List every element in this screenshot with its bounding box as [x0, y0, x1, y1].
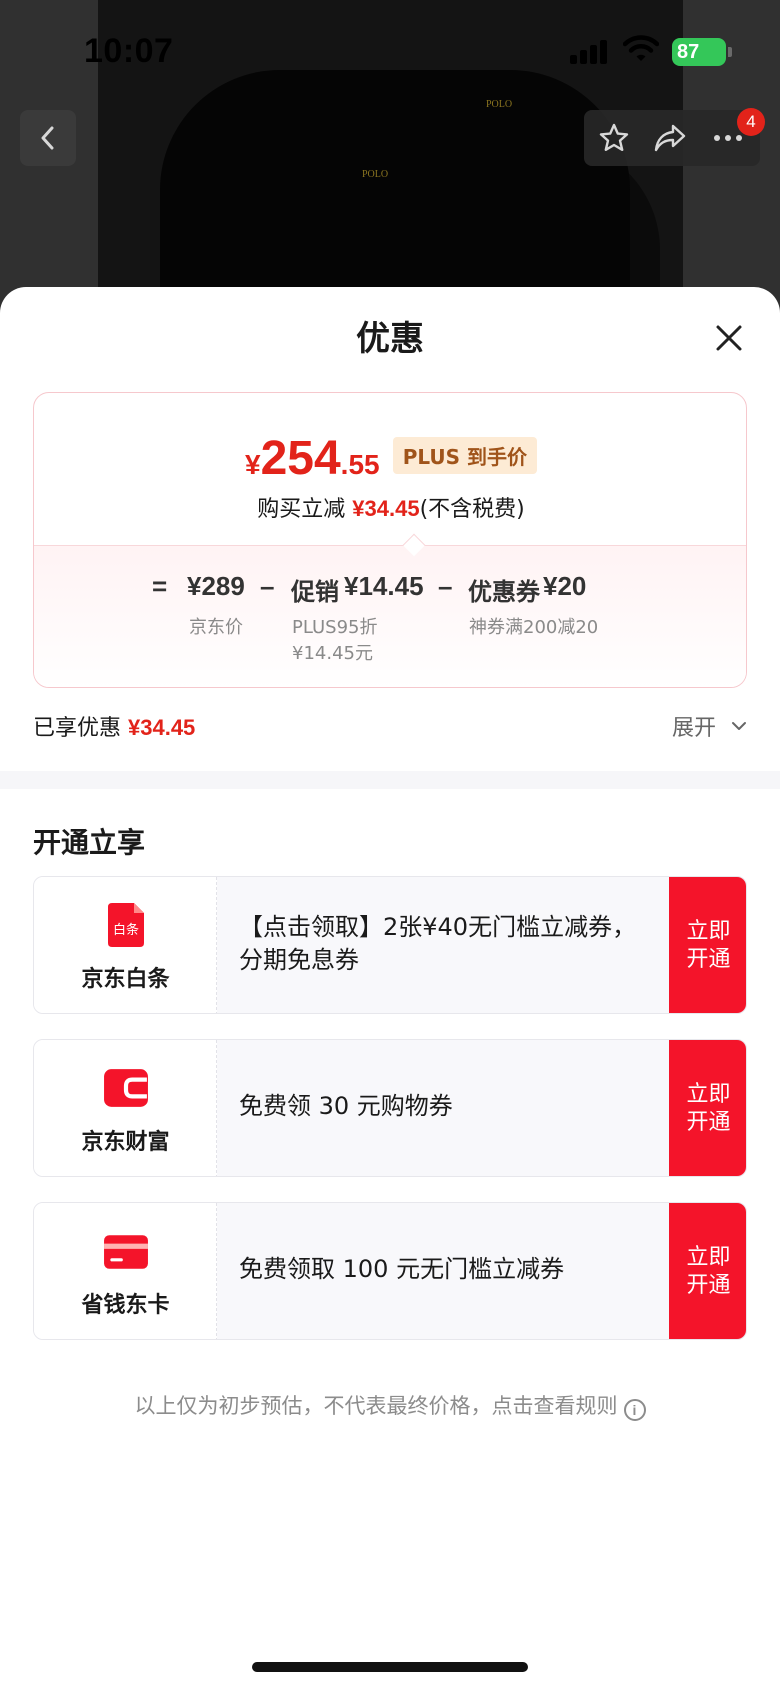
instant-reduction: 购买立减 ¥34.45(不含税费)	[34, 491, 746, 523]
price-integer: 254	[260, 432, 341, 485]
offer-brand: 京东财富	[34, 1040, 217, 1176]
chevron-down-icon[interactable]	[728, 715, 750, 737]
top-action-group	[584, 110, 760, 166]
more-dots-icon	[714, 135, 742, 141]
baitiao-icon: 白条	[108, 903, 144, 947]
back-button[interactable]	[20, 110, 76, 166]
formula-promo-value: ¥14.45	[344, 571, 424, 601]
share-icon	[654, 124, 686, 152]
price-formula-area	[34, 545, 746, 687]
formula-base-label: 京东价	[189, 617, 243, 638]
notification-badge: 4	[737, 108, 765, 136]
battery-tip-icon	[728, 47, 732, 57]
promo-desc-line: ¥14.45元	[292, 643, 373, 664]
reduction-amount: ¥34.45	[352, 496, 420, 521]
formula-promo-desc: PLUS95折 ¥14.45元	[292, 615, 378, 667]
reduction-note: (不含税费)	[419, 497, 525, 522]
formula-promo-name: 促销	[291, 578, 339, 606]
share-button[interactable]	[652, 120, 688, 156]
formula-minus: –	[438, 571, 453, 601]
section-divider	[0, 771, 780, 789]
activate-button[interactable]: 立即开通	[669, 1040, 746, 1176]
activate-button[interactable]: 立即开通	[669, 1203, 746, 1339]
enjoyed-label: 已享优惠	[33, 716, 128, 741]
section-title-open-benefits: 开通立享	[33, 826, 146, 859]
polo-logo: POLO	[362, 169, 389, 180]
disclaimer-text: 以上仅为初步预估，不代表最终价格，点击查看规则	[134, 1394, 618, 1418]
offer-description: 【点击领取】2张¥40无门槛立减券，分期免息券	[239, 913, 637, 974]
info-icon: i	[623, 1399, 646, 1421]
close-button[interactable]	[712, 321, 746, 355]
formula-equals: =	[152, 571, 168, 601]
home-indicator	[252, 1662, 528, 1672]
sheet-title: 优惠	[356, 319, 424, 359]
reduction-label: 购买立减	[257, 497, 353, 522]
price-currency: ¥	[245, 449, 261, 480]
plus-price-tag: PLUS 到手价	[392, 437, 537, 474]
offer-brand-name: 省钱东卡	[81, 1293, 170, 1318]
offer-card-jd-finance[interactable]: 京东财富 免费领 30 元购物券 立即开通	[33, 1039, 747, 1177]
offer-card-baitiao[interactable]: 白条 京东白条 【点击领取】2张¥40无门槛立减券，分期免息券 立即开通	[33, 876, 747, 1014]
price-decimal: .55	[340, 449, 380, 480]
discount-sheet: 优惠 ¥254.55 PLUS 到手价 购买立减 ¥34.45(不含税费) = …	[0, 287, 780, 1688]
formula-coupon-name: 优惠券	[468, 578, 540, 606]
expand-button[interactable]: 展开	[672, 710, 716, 742]
formula-base-price: ¥289	[187, 571, 245, 601]
final-price: ¥254.55 PLUS 到手价	[34, 431, 746, 486]
promo-desc-line: PLUS95折	[292, 617, 378, 638]
close-icon	[716, 325, 742, 351]
formula-coupon-desc: 神券满200减20	[469, 617, 599, 638]
price-breakdown-card: ¥254.55 PLUS 到手价 购买立减 ¥34.45(不含税费) = ¥28…	[33, 392, 747, 688]
enjoyed-amount: ¥34.45	[128, 715, 196, 740]
wallet-icon	[104, 1069, 148, 1107]
status-bar: 10:07 87	[0, 0, 780, 100]
offer-brand: 白条 京东白条	[34, 877, 217, 1013]
offer-brand-name: 京东财富	[81, 1130, 170, 1155]
baitiao-icon-text: 白条	[113, 922, 139, 938]
battery-indicator: 87	[672, 38, 726, 66]
battery-level: 87	[677, 41, 700, 63]
card-icon	[104, 1235, 148, 1269]
offer-card-saving-card[interactable]: 省钱东卡 免费领取 100 元无门槛立减券 立即开通	[33, 1202, 747, 1340]
star-icon	[599, 123, 629, 151]
product-shirt-front	[160, 70, 630, 320]
activate-button[interactable]: 立即开通	[669, 877, 746, 1013]
offer-brand-name: 京东白条	[81, 967, 170, 992]
formula-coupon-value: ¥20	[543, 571, 587, 601]
offer-description: 免费领取 100 元无门槛立减券	[239, 1255, 565, 1283]
offer-description: 免费领 30 元购物券	[239, 1092, 453, 1120]
favorite-button[interactable]	[596, 120, 632, 156]
polo-logo: POLO	[486, 99, 513, 110]
offer-brand: 省钱东卡	[34, 1203, 217, 1339]
disclaimer-link[interactable]: 以上仅为初步预估，不代表最终价格，点击查看规则 i	[0, 1390, 780, 1421]
cellular-signal-icon	[570, 38, 610, 64]
enjoyed-discount: 已享优惠 ¥34.45	[33, 710, 195, 742]
formula-minus: –	[260, 571, 275, 601]
chevron-left-icon	[41, 126, 54, 150]
status-time: 10:07	[84, 32, 174, 70]
wifi-icon	[623, 35, 659, 61]
